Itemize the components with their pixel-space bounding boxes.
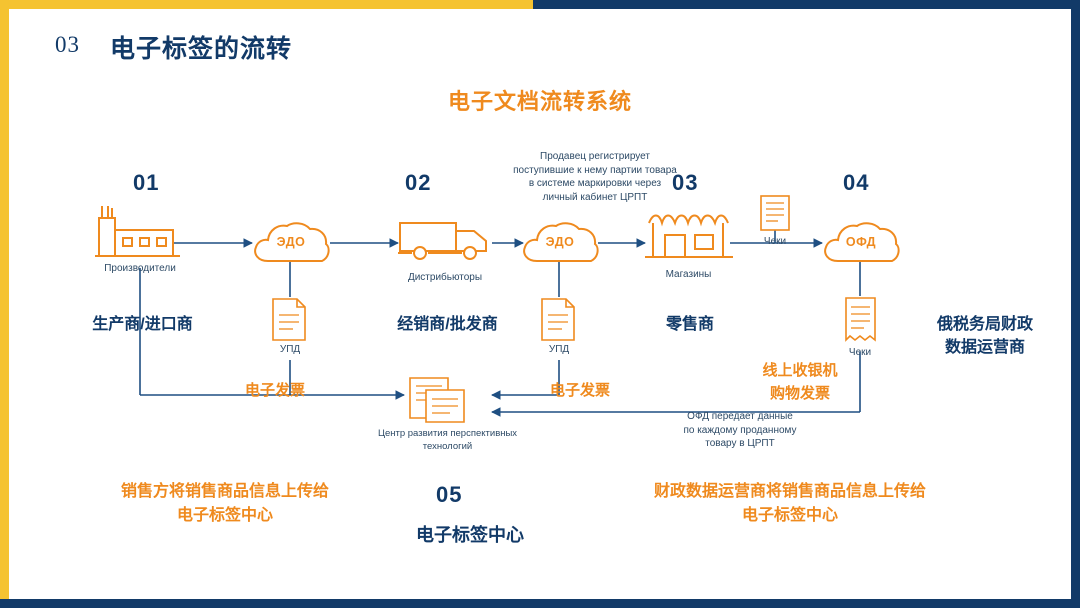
doc-label-cheki-top: Чеки: [763, 236, 787, 247]
step-number-05: 05: [436, 482, 463, 507]
caption-bottom-center: 电子标签中心: [416, 525, 524, 545]
node-label-shops: Магазины: [665, 269, 712, 280]
truck-icon: [398, 222, 487, 260]
annotation-pos-receipt-text: 线上收银机 购物发票: [762, 362, 838, 402]
step-number-04: 04: [843, 170, 870, 195]
annotation-invoice-left: 电子发票: [244, 382, 305, 399]
document-icon-upd-2: [541, 298, 575, 341]
annotation-invoice-mid: 电子发票: [549, 382, 610, 399]
annotation-seller-registration-text: Продавец регистрирует поступившие к нему…: [513, 151, 677, 203]
caption-retail-cn-text: 零售商: [665, 316, 714, 333]
cloud-edo-1-label: ЭДО: [276, 235, 306, 249]
caption-fiscal-operator-cn: 俄税务局财政 数据运营商: [900, 313, 1070, 359]
doc-label-upd-1: УПД: [279, 344, 301, 355]
caption-fiscal-operator-cn-text: 俄税务局财政 数据运营商: [936, 316, 1033, 357]
step-number-02: 02: [405, 170, 432, 195]
cloud-ofd: ОФД: [820, 219, 902, 265]
node-label-producers: Производители: [104, 263, 176, 274]
cloud-edo-2-label: ЭДО: [545, 235, 575, 249]
caption-retail-cn: 零售商: [610, 313, 770, 336]
factory-icon: [95, 206, 180, 257]
caption-bottom-right-text: 财政数据运营商将销售商品信息上传给 电子标签中心: [653, 483, 926, 524]
caption-producers-cn-text: 生产商/进口商: [92, 316, 193, 333]
step-number-01: 01: [133, 170, 160, 195]
node-label-crpt-center: Центр развития перспективных технологий: [355, 428, 540, 454]
node-label-crpt-center-text: Центр развития перспективных технологий: [377, 428, 518, 452]
receipt-icon-bottom: [845, 297, 876, 342]
caption-bottom-left: 销售方将销售商品信息上传给 电子标签中心: [60, 480, 390, 528]
cloud-edo-1: ЭДО: [250, 219, 332, 265]
cloud-ofd-label: ОФД: [845, 235, 877, 249]
receipt-icon-top: [760, 195, 790, 231]
annotation-ofd-transfer-text: ОФД передает данные по каждому проданном…: [683, 411, 797, 449]
annotation-ofd-transfer: ОФД передает данные по каждому проданном…: [620, 410, 860, 451]
step-number-03: 03: [672, 170, 699, 195]
node-label-distributors: Дистрибьюторы: [407, 272, 483, 283]
document-icon-upd-1: [272, 298, 306, 341]
doc-label-cheki-bottom: Чеки: [848, 347, 872, 358]
caption-bottom-right: 财政数据运营商将销售商品信息上传给 电子标签中心: [580, 480, 1000, 528]
shop-icon: [645, 214, 733, 258]
doc-label-upd-2: УПД: [548, 344, 570, 355]
caption-distributors-cn: 经销商/批发商: [360, 313, 535, 336]
cloud-edo-2: ЭДО: [519, 219, 601, 265]
annotation-pos-receipt: 线上收银机 购物发票: [700, 360, 900, 405]
caption-distributors-cn-text: 经销商/批发商: [397, 316, 498, 333]
caption-bottom-left-text: 销售方将销售商品信息上传给 电子标签中心: [120, 483, 329, 524]
caption-producers-cn: 生产商/进口商: [55, 313, 230, 336]
